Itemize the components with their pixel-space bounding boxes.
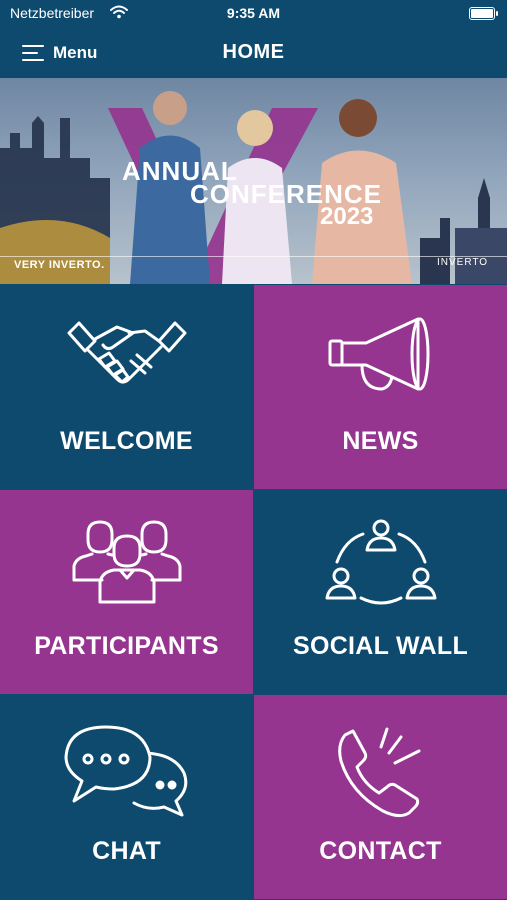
tile-label: NEWS: [342, 427, 419, 455]
banner-year: 2023: [320, 203, 374, 230]
tile-label: CONTACT: [319, 837, 442, 865]
tile-label: WELCOME: [60, 427, 193, 455]
tile-welcome[interactable]: WELCOME: [0, 285, 253, 489]
tile-label: CHAT: [92, 837, 161, 865]
chat-bubbles-icon: [64, 725, 187, 817]
tile-label: SOCIAL WALL: [292, 632, 469, 660]
handshake-icon: [67, 321, 186, 384]
network-icon: [325, 519, 436, 605]
status-bar: Netzbetreiber 9:35 AM: [0, 0, 507, 28]
clock: 9:35 AM: [226, 5, 281, 21]
participants-icon: [72, 520, 181, 604]
nav-bar: Menu HOME: [0, 28, 507, 78]
tile-social-wall[interactable]: SOCIAL WALL: [254, 490, 507, 694]
tile-news[interactable]: NEWS: [254, 285, 507, 489]
tile-label: PARTICIPANTS: [34, 632, 219, 660]
banner-tagline: VERY INVERTO.: [14, 259, 105, 271]
tile-chat[interactable]: CHAT: [0, 695, 253, 899]
tile-contact[interactable]: CONTACT: [254, 695, 507, 899]
conference-banner: ANNUAL CONFERENCE 2023 VERY INVERTO. INV…: [0, 78, 507, 284]
phone-icon: [337, 727, 420, 818]
megaphone-icon: [328, 317, 429, 391]
brand-logo: INVERTO: [437, 257, 489, 268]
tile-participants[interactable]: PARTICIPANTS: [0, 490, 253, 694]
page-title: HOME: [222, 41, 285, 63]
battery-icon: [469, 7, 498, 20]
